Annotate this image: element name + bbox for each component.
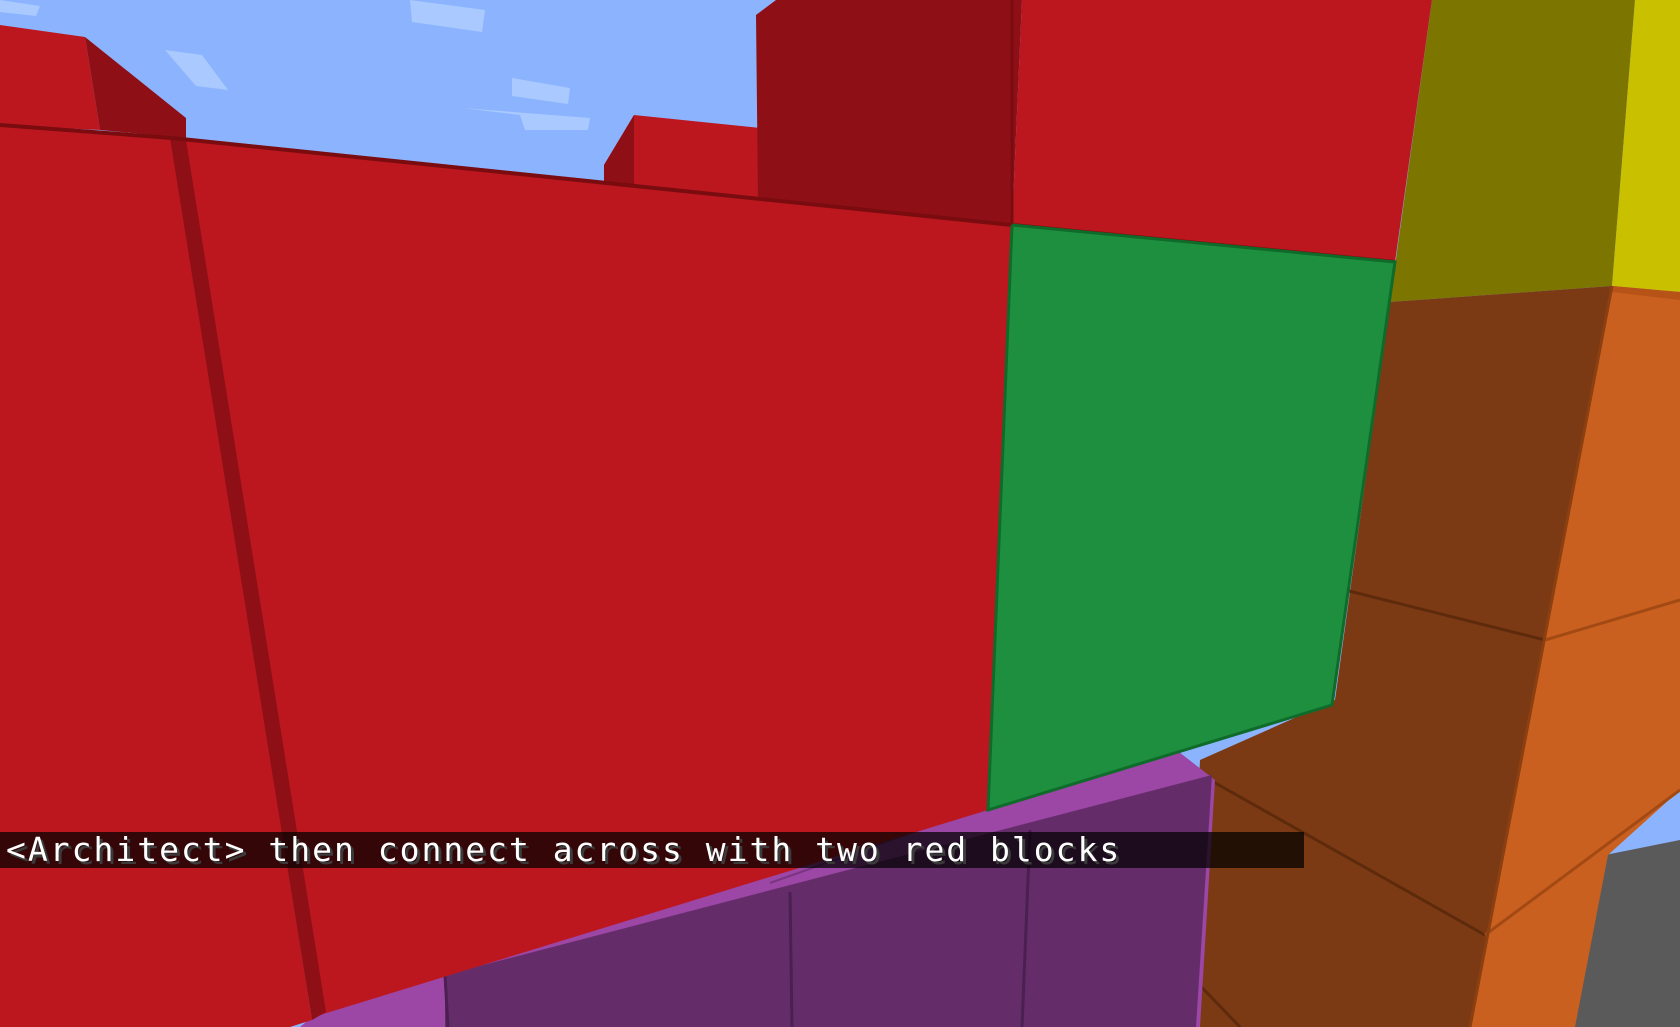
game-viewport[interactable] [0, 0, 1680, 1027]
yellow-blocks [1390, 0, 1680, 302]
chat-message-bar: <Architect> then connect across with two… [0, 832, 1304, 868]
chat-message: <Architect> then connect across with two… [6, 830, 1122, 869]
